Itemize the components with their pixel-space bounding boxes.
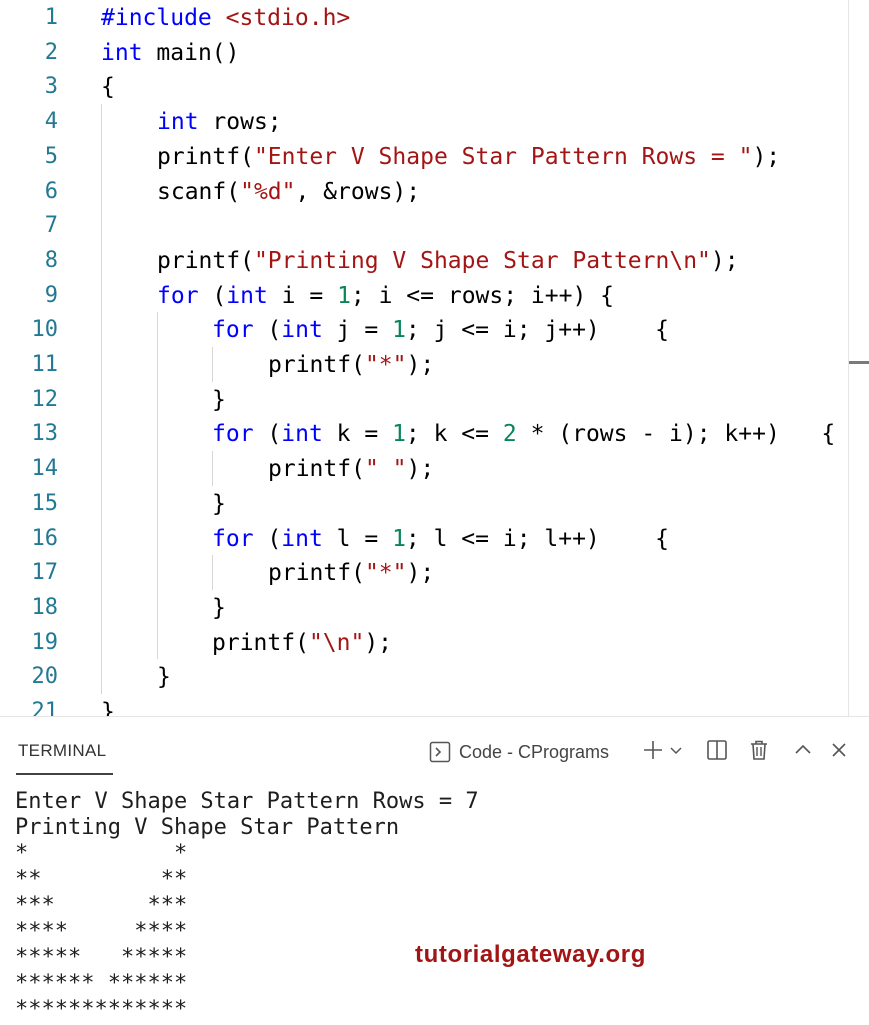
code-text[interactable]: printf("Enter V Shape Star Pattern Rows … <box>157 140 780 175</box>
terminal-output-line: Printing V Shape Star Pattern <box>15 815 400 840</box>
code-line[interactable]: 6 scanf("%d", &rows); <box>0 175 869 210</box>
line-number: 17 <box>31 560 59 586</box>
split-icon[interactable] <box>704 737 730 763</box>
code-text[interactable]: printf("\n"); <box>212 626 392 661</box>
line-number: 9 <box>44 282 58 308</box>
code-text[interactable]: for (int k = 1; k <= 2 * (rows - i); k++… <box>212 417 835 452</box>
code-text[interactable]: int rows; <box>157 105 282 140</box>
code-line[interactable]: 5 printf("Enter V Shape Star Pattern Row… <box>0 140 869 175</box>
code-text[interactable]: { <box>101 70 115 105</box>
code-line[interactable]: 15 } <box>0 487 869 522</box>
terminal-output-line: Enter V Shape Star Pattern Rows = 7 <box>15 789 479 814</box>
code-line[interactable]: 13 for (int k = 1; k <= 2 * (rows - i); … <box>0 417 869 452</box>
trash-icon[interactable] <box>746 737 772 763</box>
line-number: 16 <box>31 525 59 551</box>
code-line[interactable]: 8 printf("Printing V Shape Star Pattern\… <box>0 244 869 279</box>
line-number: 2 <box>44 39 58 65</box>
watermark: tutorialgateway.org <box>415 941 646 968</box>
code-text[interactable]: #include <stdio.h> <box>101 1 350 36</box>
line-number: 3 <box>44 74 58 100</box>
code-line[interactable]: 11 printf("*"); <box>0 348 869 383</box>
line-number: 8 <box>44 247 58 273</box>
line-number: 7 <box>44 213 58 239</box>
line-number: 13 <box>31 421 59 447</box>
code-line[interactable]: 14 printf(" "); <box>0 452 869 487</box>
terminal-selector[interactable]: Code - CPrograms <box>428 739 609 765</box>
tab-terminal[interactable]: TERMINAL <box>18 741 106 761</box>
code-text[interactable]: for (int i = 1; i <= rows; i++) { <box>157 279 614 314</box>
code-text[interactable]: } <box>212 591 226 626</box>
code-line[interactable]: 2 int main() <box>0 36 869 71</box>
code-line[interactable]: 7 <box>0 209 869 244</box>
line-number: 19 <box>31 629 59 655</box>
code-text[interactable]: printf(" "); <box>268 452 434 487</box>
code-line[interactable]: 20 } <box>0 660 869 695</box>
terminal-output-line: *** *** <box>15 893 188 918</box>
active-tab-indicator <box>16 773 113 775</box>
code-line[interactable]: 1 #include <stdio.h> <box>0 1 869 36</box>
terminal-output-line: * * <box>15 841 188 866</box>
code-text[interactable]: } <box>101 695 115 716</box>
code-text[interactable]: for (int j = 1; j <= i; j++) { <box>212 313 669 348</box>
line-number: 6 <box>44 178 58 204</box>
code-line[interactable]: 18 } <box>0 591 869 626</box>
code-line[interactable]: 19 printf("\n"); <box>0 626 869 661</box>
terminal-output-line: ** ** <box>15 867 188 892</box>
code-text[interactable]: int main() <box>101 36 240 71</box>
code-text[interactable]: printf("Printing V Shape Star Pattern\n"… <box>157 244 739 279</box>
line-number: 15 <box>31 490 59 516</box>
close-icon[interactable] <box>826 737 852 763</box>
line-number: 21 <box>31 699 59 716</box>
code-line[interactable]: 17 printf("*"); <box>0 556 869 591</box>
plus-icon[interactable] <box>640 737 666 763</box>
line-number: 20 <box>31 664 59 690</box>
code-line[interactable]: 10 for (int j = 1; j <= i; j++) { <box>0 313 869 348</box>
terminal-output-line: **** **** <box>15 919 188 944</box>
terminal-output-line: ***** ***** <box>15 945 188 970</box>
code-line[interactable]: 21 } <box>0 695 869 716</box>
chevron-down-icon[interactable] <box>666 737 686 763</box>
code-line[interactable]: 4 int rows; <box>0 105 869 140</box>
code-text[interactable]: printf("*"); <box>268 348 434 383</box>
code-line[interactable]: 3 { <box>0 70 869 105</box>
line-number: 11 <box>31 352 59 377</box>
line-number: 18 <box>31 594 59 620</box>
code-line[interactable]: 12 } <box>0 383 869 418</box>
code-line[interactable]: 9 for (int i = 1; i <= rows; i++) { <box>0 279 869 314</box>
terminal-output-line: ****** ****** <box>15 971 188 996</box>
code-text[interactable]: scanf("%d", &rows); <box>157 175 420 210</box>
code-text[interactable]: } <box>157 660 171 695</box>
line-number: 5 <box>44 143 58 169</box>
line-number: 12 <box>31 386 59 412</box>
code-text[interactable]: printf("*"); <box>268 556 434 591</box>
overview-ruler-marker <box>849 361 869 364</box>
chevron-up-icon[interactable] <box>790 737 816 763</box>
code-text[interactable]: } <box>212 487 226 522</box>
editor-scrollbar-track[interactable] <box>848 0 849 716</box>
terminal-output-line: ************* <box>15 997 188 1022</box>
terminal-panel: TERMINAL Code - CPrograms Enter V Shape … <box>0 716 869 1025</box>
code-editor[interactable]: 1 #include <stdio.h> 2 int main() 3 { 4 … <box>0 0 869 716</box>
terminal-name: Code - CPrograms <box>459 741 610 762</box>
line-number: 14 <box>31 456 59 482</box>
line-number: 10 <box>31 317 59 343</box>
line-number: 4 <box>44 109 58 135</box>
code-text[interactable]: for (int l = 1; l <= i; l++) { <box>212 522 669 557</box>
code-text[interactable]: } <box>212 383 226 418</box>
line-number: 1 <box>44 5 58 30</box>
code-line[interactable]: 16 for (int l = 1; l <= i; l++) { <box>0 522 869 557</box>
terminal-icon <box>428 740 452 764</box>
